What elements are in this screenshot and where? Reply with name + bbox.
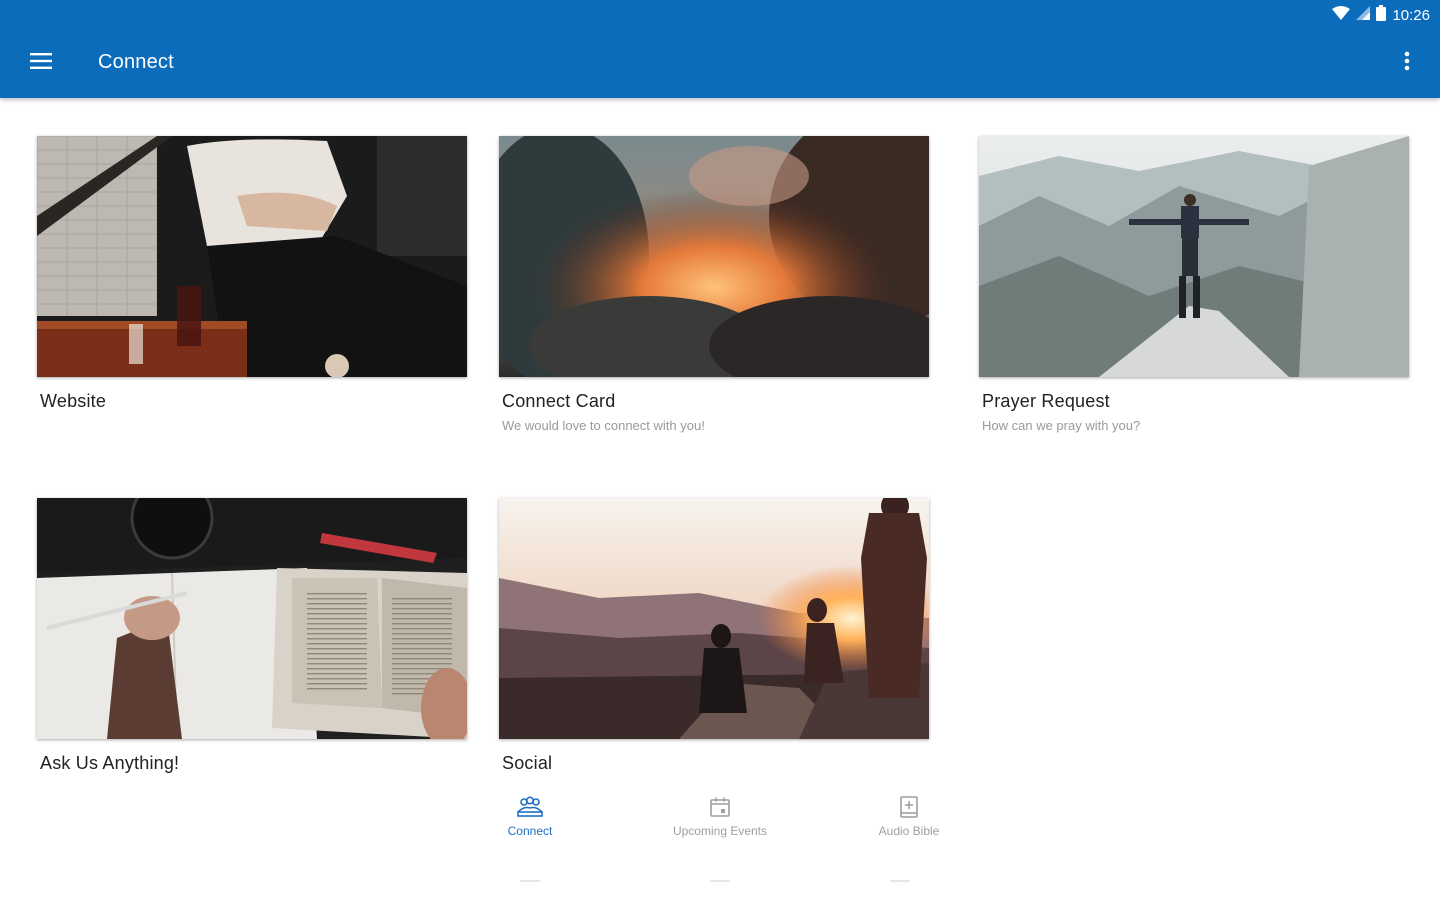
card-title: Ask Us Anything! [40,753,180,773]
sunset-clouds-photo [499,136,929,377]
audio-book-icon [829,792,989,822]
bottom-navigation: Connect Upcoming Events Audio Bible [0,784,1440,900]
status-icons: 10:26 [1332,4,1430,26]
navigation-menu-button[interactable] [20,42,62,84]
nav-item-audio-bible[interactable]: Audio Bible [829,792,989,838]
card-social[interactable]: Social [499,498,931,774]
card-prayer-request[interactable]: Prayer Request How can we pray with you? [979,136,1411,433]
card-title: Social [502,753,553,773]
calendar-icon [640,792,800,822]
nav-label: Upcoming Events [672,824,768,838]
nav-item-upcoming-events[interactable]: Upcoming Events [640,792,800,838]
app-bar: Connect [0,30,1440,98]
page-title: Connect [98,51,174,73]
nav-indicator [890,880,910,882]
person-seated-with-drink-photo [37,136,467,377]
man-on-mountain-peak-photo [979,136,1409,377]
nav-indicator [710,880,730,882]
card-subtitle: We would love to connect with you! [502,418,705,433]
signal-icon [1356,5,1371,25]
app-root: 10:26 Connect Website Connect Card We wo… [0,0,1440,900]
card-title: Website [40,391,107,411]
overflow-menu-button[interactable] [1392,42,1422,84]
card-connect-card[interactable]: Connect Card We would love to connect wi… [499,136,931,433]
connect-grid: Website Connect Card We would love to co… [0,98,1440,784]
wifi-icon [1332,5,1351,25]
card-website[interactable]: Website [37,136,469,412]
hamburger-menu-icon [30,52,52,74]
card-title: Prayer Request [982,391,1110,411]
nav-item-connect[interactable]: Connect [450,792,610,838]
card-ask-us-anything[interactable]: Ask Us Anything! [37,498,469,774]
card-title: Connect Card [502,391,616,411]
status-time: 10:26 [1392,6,1430,24]
people-group-icon [450,792,610,822]
friends-at-sunset-photo [499,498,929,739]
more-vert-icon [1404,51,1410,76]
notebook-and-bible-photo [37,498,467,739]
status-bar: 10:26 [0,0,1440,30]
nav-indicator [520,880,540,882]
nav-label: Connect [507,824,553,838]
nav-label: Audio Bible [878,824,940,838]
card-subtitle: How can we pray with you? [982,418,1141,433]
battery-icon [1376,4,1387,26]
